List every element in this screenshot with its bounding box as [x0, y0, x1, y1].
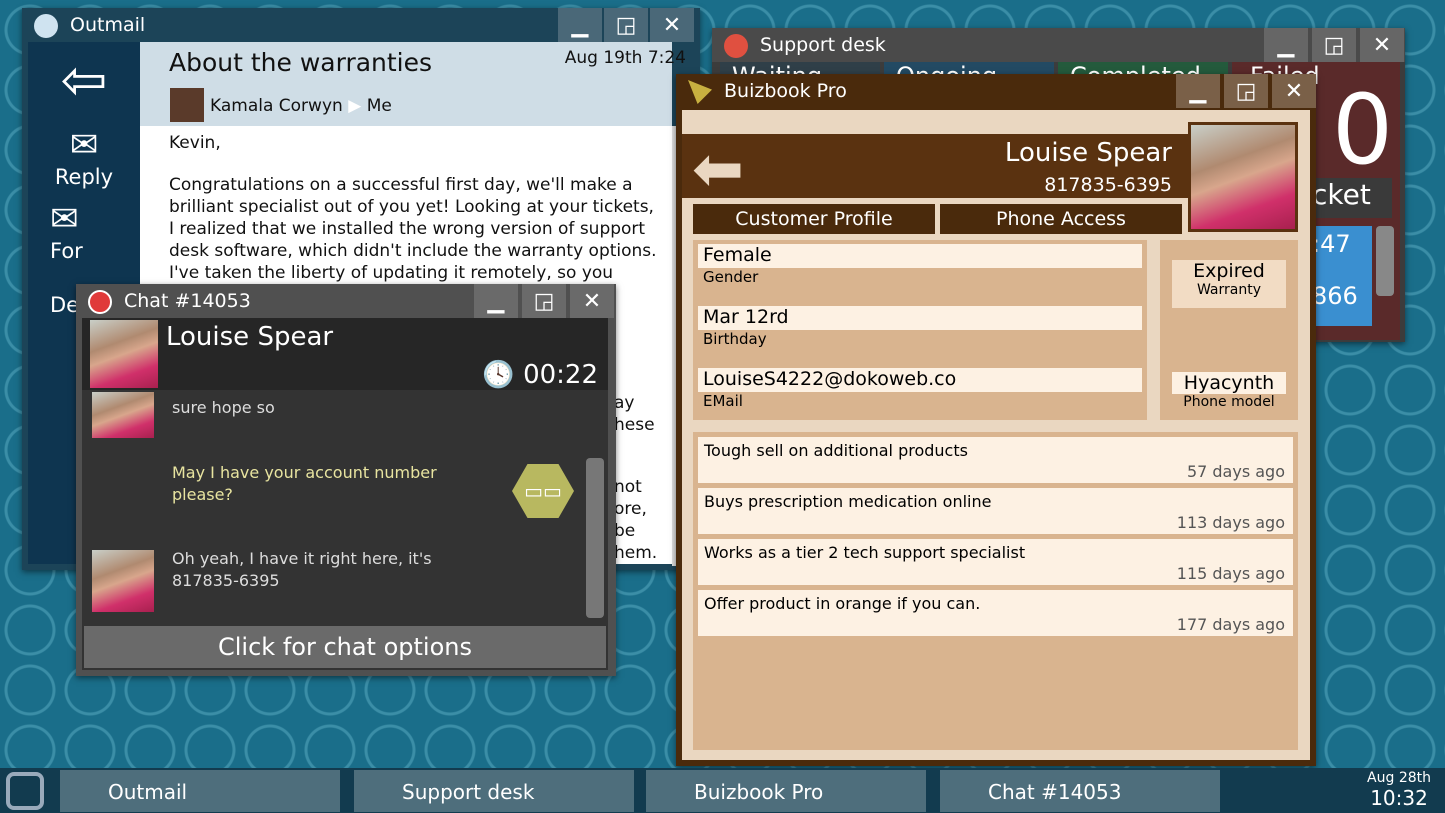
mail-peek-text: ay hese not ore, be hem. — [614, 393, 658, 563]
chat-bubble-icon — [88, 290, 112, 314]
note-item: Buys prescription medication online 113 d… — [698, 488, 1293, 534]
buizbook-titlebar[interactable]: Buizbook Pro — [676, 74, 1316, 108]
gender-label: Gender — [703, 268, 759, 286]
close-button[interactable]: ✕ — [650, 8, 694, 42]
minimize-button[interactable]: ▁ — [474, 284, 518, 318]
mail-to: Me — [366, 96, 392, 116]
chat-customer-name: Louise Spear — [166, 322, 334, 352]
chat-window: Chat #14053 ▁ ◲ ✕ Louise Spear 🕓 00:22 s… — [76, 284, 616, 676]
maximize-button[interactable]: ◲ — [604, 8, 648, 42]
envelope-forward-icon: ✉ — [50, 199, 79, 239]
close-button[interactable]: ✕ — [1360, 28, 1404, 62]
mail-header: About the warranties Aug 19th 7:24 Kamal… — [140, 42, 686, 126]
chat-message-customer: sure hope so — [172, 398, 275, 417]
chat-options-button[interactable]: Click for chat options — [84, 626, 606, 668]
chat-message-customer: Oh yeah, I have it right here, it's 8178… — [172, 549, 432, 590]
back-arrow-icon[interactable]: ⬅ — [692, 132, 744, 205]
mail-paragraph: Kevin, — [169, 133, 221, 153]
close-button[interactable]: ✕ — [1272, 74, 1316, 108]
minimize-button[interactable]: ▁ — [558, 8, 602, 42]
back-arrow-icon[interactable]: ⇦ — [28, 48, 140, 113]
buizbook-bird-icon — [688, 80, 712, 104]
note-item: Works as a tier 2 tech support specialis… — [698, 539, 1293, 585]
forward-button[interactable]: ✉ For — [28, 199, 140, 263]
mail-subject: About the warranties — [169, 48, 433, 77]
taskbar-item-support-desk[interactable]: Support desk — [354, 770, 634, 812]
window-title: Buizbook Pro — [724, 80, 847, 102]
minimize-button[interactable]: ▁ — [1264, 28, 1308, 62]
window-title: Support desk — [760, 34, 886, 56]
customer-photo — [1188, 122, 1298, 232]
buizbook-window: Buizbook Pro ▁ ◲ ✕ ⬅ Louise Spear 817835… — [676, 74, 1316, 766]
minimize-button[interactable]: ▁ — [1176, 74, 1220, 108]
taskbar-item-chat[interactable]: Chat #14053 — [940, 770, 1220, 812]
customer-avatar — [90, 320, 158, 388]
note-item: Tough sell on additional products 57 days… — [698, 437, 1293, 483]
birthday-value: Mar 12rd — [698, 306, 1142, 330]
failed-count: 0 — [1332, 74, 1394, 186]
phone-model-box: Hyacynth Phone model — [1172, 372, 1286, 410]
taskbar-clock: Aug 28th 10:32 — [1367, 770, 1431, 810]
envelope-icon: ✉ — [69, 125, 99, 165]
note-item: Offer product in orange if you can. 177 d… — [698, 590, 1293, 636]
customer-name: Louise Spear — [1004, 138, 1172, 168]
reply-label: Reply — [54, 165, 114, 189]
maximize-button[interactable]: ◲ — [1224, 74, 1268, 108]
notes-panel: Tough sell on additional products 57 days… — [693, 432, 1298, 750]
agent-avatar: ▭▭ — [512, 464, 574, 518]
chat-scrollbar[interactable] — [586, 458, 604, 618]
maximize-button[interactable]: ◲ — [1312, 28, 1356, 62]
warranty-box: Expired Warranty — [1172, 260, 1286, 308]
outmail-icon — [34, 14, 58, 38]
email-value: LouiseS4222@dokoweb.co — [698, 368, 1142, 392]
sender-avatar — [170, 88, 204, 122]
taskbar: Outmail Support desk Buizbook Pro Chat #… — [0, 768, 1445, 813]
close-button[interactable]: ✕ — [570, 284, 614, 318]
gender-value: Female — [698, 244, 1142, 268]
taskbar-item-buizbook[interactable]: Buizbook Pro — [646, 770, 926, 812]
maximize-button[interactable]: ◲ — [522, 284, 566, 318]
forward-label: For — [50, 239, 83, 263]
taskbar-item-outmail[interactable]: Outmail — [60, 770, 340, 812]
mail-from: Kamala Corwyn — [210, 96, 343, 116]
reply-button[interactable]: ✉ Reply — [28, 125, 140, 189]
ticket-card[interactable]: :47 866 — [1312, 226, 1372, 326]
customer-avatar — [92, 392, 154, 438]
chat-timer: 🕓 00:22 — [482, 360, 598, 390]
support-scrollbar[interactable] — [1376, 226, 1394, 296]
tab-phone-access[interactable]: Phone Access — [940, 204, 1182, 234]
tab-customer-profile[interactable]: Customer Profile — [693, 204, 935, 234]
window-title: Chat #14053 — [124, 290, 251, 312]
customer-avatar — [92, 550, 154, 612]
window-title: Outmail — [70, 14, 146, 36]
mail-date: Aug 19th 7:24 — [564, 48, 686, 68]
clock-icon: 🕓 — [482, 360, 515, 390]
start-logo-icon[interactable] — [6, 772, 44, 810]
chat-message-agent: May I have your account number please? — [172, 463, 437, 504]
customer-phone: 817835-6395 — [1044, 174, 1172, 196]
ticket-button[interactable]: cket — [1312, 178, 1392, 218]
birthday-label: Birthday — [703, 330, 767, 348]
email-label: EMail — [703, 392, 743, 410]
support-desk-icon — [724, 34, 748, 58]
